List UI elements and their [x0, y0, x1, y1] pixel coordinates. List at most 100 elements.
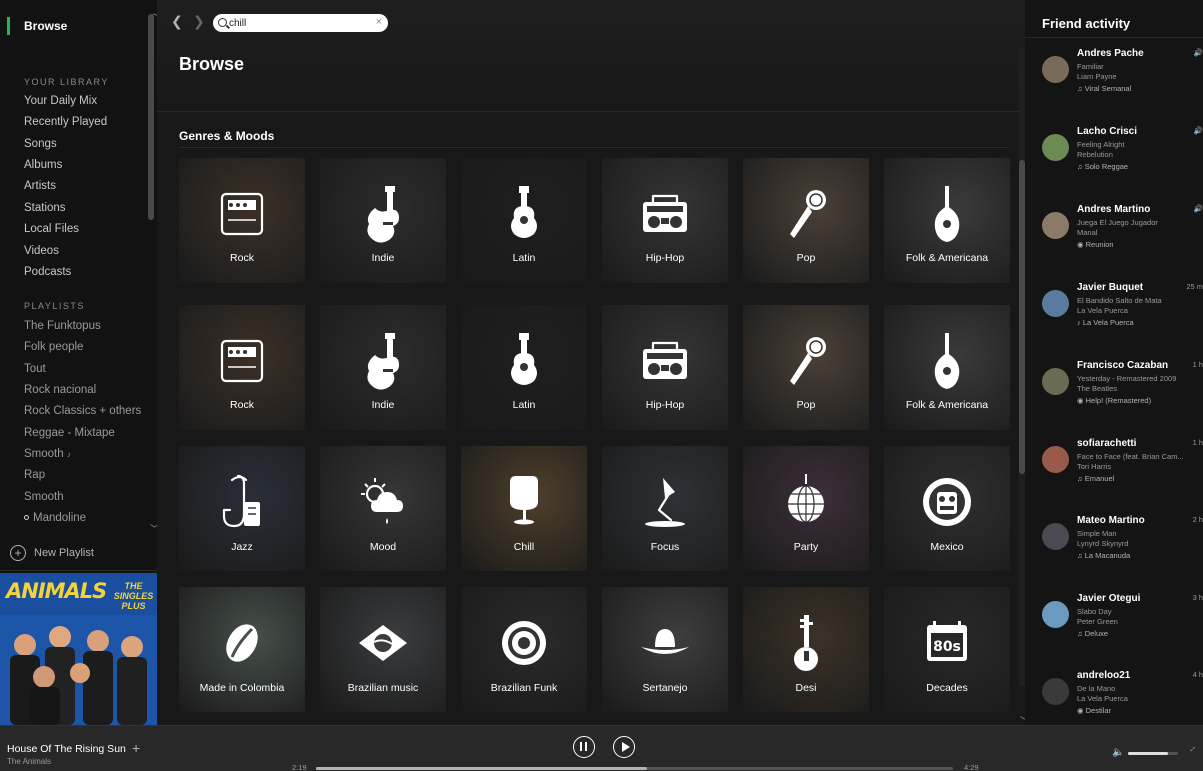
friend-name[interactable]: Andres Pache: [1077, 48, 1144, 59]
playlist-item[interactable]: The Funktopus: [24, 320, 101, 332]
friend-track[interactable]: Simple Man: [1077, 529, 1117, 538]
playlist-item[interactable]: Smooth ♪: [24, 448, 71, 460]
genre-tile[interactable]: Brazilian Funk: [461, 587, 587, 712]
playlist-item[interactable]: Rock nacional: [24, 384, 96, 396]
new-playlist-button[interactable]: + New Playlist: [10, 543, 94, 563]
friend-item[interactable]: Mateo Martino Simple Man Lynyrd Skynyrd …: [1025, 515, 1203, 595]
genre-tile[interactable]: Desi: [743, 587, 869, 712]
genre-tile[interactable]: Latin: [461, 305, 587, 430]
friend-name[interactable]: Lacho Crisci: [1077, 126, 1137, 137]
playlist-item[interactable]: Reggae - Mixtape: [24, 427, 115, 439]
friend-item[interactable]: sofiarachetti Face to Face (feat. Brian …: [1025, 438, 1203, 518]
friend-name[interactable]: Mateo Martino: [1077, 515, 1145, 526]
friend-artist[interactable]: La Vela Puerca: [1077, 306, 1128, 315]
genre-tile[interactable]: Rock: [179, 158, 305, 283]
friend-context[interactable]: ♫ Solo Reggae: [1077, 162, 1128, 171]
now-playing-artist[interactable]: The Animals: [7, 757, 51, 766]
sidebar-item-songs[interactable]: Songs: [24, 138, 57, 150]
friend-artist[interactable]: Lynyrd Skynyrd: [1077, 539, 1128, 548]
playlist-item[interactable]: Smooth: [24, 491, 64, 503]
genre-tile[interactable]: Brazilian music: [320, 587, 446, 712]
avatar[interactable]: [1042, 56, 1069, 83]
sidebar-item-artists[interactable]: Artists: [24, 180, 56, 192]
genre-tile[interactable]: Folk & Americana: [884, 158, 1010, 283]
sidebar-item-daily-mix[interactable]: Your Daily Mix: [24, 95, 97, 107]
sidebar-item-browse[interactable]: Browse: [0, 14, 150, 38]
sidebar-item-videos[interactable]: Videos: [24, 245, 59, 257]
friend-context[interactable]: ♪ La Vela Puerca: [1077, 318, 1134, 327]
playlist-item[interactable]: Rock Classics + others: [24, 405, 141, 417]
friend-item[interactable]: Javier Buquet El Bandido Salto de Mata L…: [1025, 282, 1203, 362]
pause-button[interactable]: [573, 736, 595, 758]
friend-item[interactable]: Andres Pache Familiar Liam Payne ♫ Viral…: [1025, 48, 1203, 128]
avatar[interactable]: [1042, 290, 1069, 317]
friend-artist[interactable]: Rebelution: [1077, 150, 1113, 159]
genre-tile[interactable]: Jazz: [179, 446, 305, 571]
genre-tile[interactable]: Folk & Americana: [884, 305, 1010, 430]
avatar[interactable]: [1042, 601, 1069, 628]
genre-tile[interactable]: Sertanejo: [602, 587, 728, 712]
genre-tile[interactable]: Indie: [320, 158, 446, 283]
friend-artist[interactable]: The Beatles: [1077, 384, 1117, 393]
friend-track[interactable]: Slabo Day: [1077, 607, 1112, 616]
genre-tile[interactable]: Indie: [320, 305, 446, 430]
genre-tile[interactable]: Rock: [179, 305, 305, 430]
genre-tile[interactable]: 80s Decades: [884, 587, 1010, 712]
friend-artist[interactable]: La Vela Puerca: [1077, 694, 1128, 703]
genre-tile[interactable]: Chill: [461, 446, 587, 571]
friend-name[interactable]: andreloo21: [1077, 670, 1130, 681]
genre-tile[interactable]: Focus: [602, 446, 728, 571]
friend-context[interactable]: ♫ La Macanuda: [1077, 551, 1130, 560]
friend-artist[interactable]: Liam Payne: [1077, 72, 1117, 81]
volume-icon[interactable]: 🔈: [1112, 747, 1124, 758]
friend-context[interactable]: ◉ Reunion: [1077, 240, 1114, 249]
genre-tile[interactable]: Pop: [743, 305, 869, 430]
friend-track[interactable]: Yesterday - Remastered 2009: [1077, 374, 1176, 383]
friend-track[interactable]: El Bandido Salto de Mata: [1077, 296, 1162, 305]
sidebar-item-recently-played[interactable]: Recently Played: [24, 116, 107, 128]
genre-tile[interactable]: Made in Colombia: [179, 587, 305, 712]
avatar[interactable]: [1042, 368, 1069, 395]
friend-track[interactable]: De la Mano: [1077, 684, 1115, 693]
search-input[interactable]: [229, 16, 369, 30]
friend-context[interactable]: ◉ Help! (Remastered): [1077, 396, 1151, 405]
volume-slider[interactable]: [1128, 752, 1178, 755]
chevron-left-icon[interactable]: ❮: [171, 13, 183, 30]
next-button[interactable]: [613, 736, 635, 758]
friend-item[interactable]: Francisco Cazaban Yesterday - Remastered…: [1025, 360, 1203, 440]
friend-track[interactable]: Face to Face (feat. Brian Cam...: [1077, 452, 1184, 461]
friend-track[interactable]: Feeling Alright: [1077, 140, 1125, 149]
resize-icon[interactable]: ↔: [1185, 741, 1200, 756]
friend-item[interactable]: Lacho Crisci Feeling Alright Rebelution …: [1025, 126, 1203, 206]
album-art[interactable]: ANIMALS THE SINGLES PLUS: [0, 573, 157, 725]
sidebar-item-podcasts[interactable]: Podcasts: [24, 266, 71, 278]
sidebar-item-albums[interactable]: Albums: [24, 159, 62, 171]
sidebar-item-stations[interactable]: Stations: [24, 202, 66, 214]
playlist-item[interactable]: Folk people: [24, 341, 83, 353]
genre-tile[interactable]: Mexico: [884, 446, 1010, 571]
playlist-item[interactable]: Tout: [24, 363, 46, 375]
playlist-item[interactable]: Mandoline: [24, 512, 86, 524]
friend-context[interactable]: ♫ Emanuel: [1077, 474, 1114, 483]
avatar[interactable]: [1042, 678, 1069, 705]
chevron-right-icon[interactable]: ❯: [193, 13, 205, 30]
genre-tile[interactable]: Mood: [320, 446, 446, 571]
sidebar-item-local-files[interactable]: Local Files: [24, 223, 79, 235]
add-icon[interactable]: +: [132, 740, 140, 756]
friend-artist[interactable]: Peter Green: [1077, 617, 1118, 626]
friend-item[interactable]: Javier Otegui Slabo Day Peter Green ♫ De…: [1025, 593, 1203, 673]
avatar[interactable]: [1042, 446, 1069, 473]
now-playing-title[interactable]: House Of The Rising Sun: [7, 743, 126, 755]
avatar[interactable]: [1042, 134, 1069, 161]
avatar[interactable]: [1042, 523, 1069, 550]
genre-tile[interactable]: Pop: [743, 158, 869, 283]
genre-tile[interactable]: Latin: [461, 158, 587, 283]
friend-artist[interactable]: Tori Harris: [1077, 462, 1111, 471]
genre-tile[interactable]: Party: [743, 446, 869, 571]
friend-context[interactable]: ◉ Destilar: [1077, 706, 1111, 715]
friend-item[interactable]: Andres Martino Juega El Juego Jugador Ma…: [1025, 204, 1203, 284]
sidebar-scrollbar[interactable]: [148, 14, 154, 220]
friend-context[interactable]: ♫ Viral Semanal: [1077, 84, 1131, 93]
close-icon[interactable]: ×: [376, 16, 382, 28]
genre-tile[interactable]: Hip-Hop: [602, 158, 728, 283]
